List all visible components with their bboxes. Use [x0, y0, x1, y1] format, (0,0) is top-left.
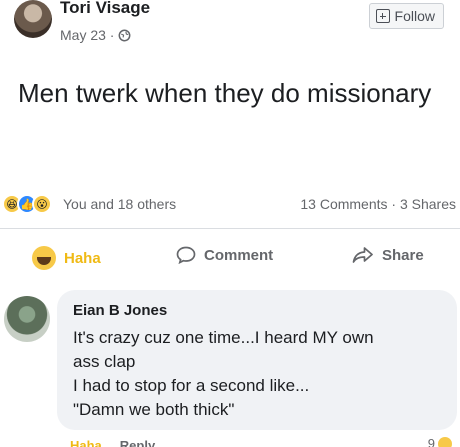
facebook-post: Tori Visage May 23 · Follow Men twerk wh… [0, 0, 460, 447]
haha-reaction-icon [32, 246, 56, 270]
comment-label: Comment [204, 246, 274, 264]
comment-text: It's crazy cuz one time...I heard MY own… [73, 326, 449, 422]
globe-icon [119, 29, 131, 41]
post-date[interactable]: May 23 · [60, 27, 114, 43]
comment-line: ass clap [73, 352, 136, 371]
comment-line: I had to stop for a second like... [73, 376, 310, 395]
comment-icon [176, 246, 196, 264]
plus-icon [375, 9, 390, 23]
share-icon [352, 247, 373, 263]
wow-reaction-icon: 😮 [32, 194, 52, 214]
haha-button[interactable]: Haha [32, 246, 101, 270]
comment-line: "Damn we both thick" [73, 400, 235, 419]
reactors-text[interactable]: You and 18 others [63, 196, 176, 212]
comment-reaction-number: 9 [427, 436, 435, 447]
comment-line: It's crazy cuz one time...I heard MY own [73, 328, 374, 347]
commenter-avatar[interactable] [4, 296, 50, 342]
reaction-summary[interactable]: 😆 👍 😮 [2, 194, 52, 214]
share-button[interactable]: Share [352, 246, 424, 264]
haha-label: Haha [64, 249, 101, 267]
follow-label: Follow [394, 8, 435, 24]
share-label: Share [382, 246, 424, 264]
comment-bubble: Eian B Jones It's crazy cuz one time...I… [57, 290, 457, 430]
comment-reaction-count[interactable]: 9 [428, 436, 452, 447]
post-meta: May 23 · [60, 27, 131, 43]
follow-button[interactable]: Follow [368, 3, 444, 29]
comment-actions: Haha Reply [70, 438, 155, 447]
comment-haha-button[interactable]: Haha [70, 438, 102, 447]
commenter-name[interactable]: Eian B Jones [73, 302, 167, 319]
haha-reaction-icon [438, 436, 452, 447]
comment-reply-button[interactable]: Reply [120, 438, 155, 447]
divider [0, 228, 460, 229]
post-text: Men twerk when they do missionary [18, 78, 432, 108]
comments-shares-count[interactable]: 13 Comments · 3 Shares [300, 196, 456, 212]
author-avatar[interactable] [14, 0, 52, 38]
comment-button[interactable]: Comment [176, 246, 273, 264]
author-name[interactable]: Tori Visage [60, 0, 150, 18]
